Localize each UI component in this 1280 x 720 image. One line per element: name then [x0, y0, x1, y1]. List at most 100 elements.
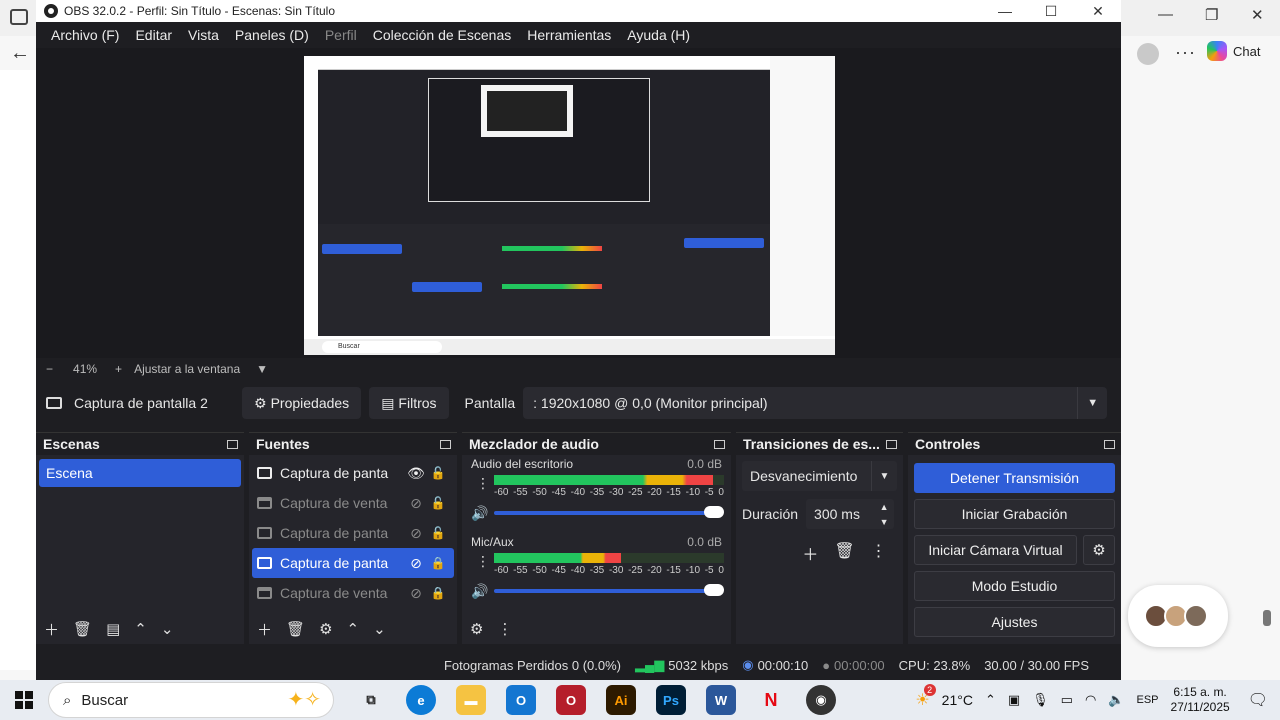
- undock-icon[interactable]: [227, 439, 238, 449]
- menu-perfil[interactable]: Perfil: [317, 27, 365, 43]
- browser-close-button[interactable]: ✕: [1251, 6, 1264, 24]
- slider-knob[interactable]: [704, 506, 724, 518]
- sidebar-toggle-icon[interactable]: [10, 9, 28, 25]
- undock-icon[interactable]: [714, 439, 725, 449]
- meet-icon[interactable]: ▣: [1008, 692, 1020, 708]
- move-down-icon[interactable]: ⌄: [373, 620, 386, 638]
- taskbar-search[interactable]: ⌕ Buscar ✦✧: [48, 682, 334, 718]
- virtual-camera-settings-gear-icon[interactable]: ⚙: [1083, 535, 1115, 565]
- wifi-icon[interactable]: ◠: [1085, 692, 1096, 708]
- people-avatars[interactable]: [1128, 585, 1228, 647]
- more-options-icon[interactable]: ···: [1175, 42, 1196, 63]
- language-indicator[interactable]: ESP: [1137, 694, 1159, 706]
- eye-hidden-icon[interactable]: ⊘: [405, 525, 427, 542]
- gear-icon[interactable]: ⚙: [319, 620, 332, 638]
- kebab-menu-icon[interactable]: ⋮: [476, 475, 490, 492]
- chevron-up-icon[interactable]: ⌃: [985, 692, 996, 708]
- slider-knob[interactable]: [704, 584, 724, 596]
- chevron-up-icon[interactable]: ▲: [880, 502, 889, 512]
- word-icon[interactable]: W: [706, 685, 736, 715]
- undock-icon[interactable]: [886, 439, 897, 449]
- kebab-menu-icon[interactable]: ⋮: [497, 620, 512, 638]
- fit-window-button[interactable]: Ajustar a la ventana: [134, 362, 240, 376]
- maximize-button[interactable]: ☐: [1028, 0, 1074, 22]
- back-arrow-icon[interactable]: ←: [10, 42, 30, 65]
- task-view-icon[interactable]: ⧉: [356, 685, 386, 715]
- undock-icon[interactable]: [440, 439, 451, 449]
- volume-slider[interactable]: [494, 584, 724, 596]
- move-up-icon[interactable]: ⌃: [134, 620, 147, 638]
- zoom-in-button[interactable]: +: [115, 362, 122, 376]
- minimize-button[interactable]: —: [982, 0, 1028, 22]
- eye-hidden-icon[interactable]: ⊘: [405, 495, 427, 512]
- start-record-button[interactable]: Iniciar Grabación: [914, 499, 1115, 529]
- notifications-icon[interactable]: 🗨: [1248, 690, 1268, 710]
- kebab-menu-icon[interactable]: ⋮: [871, 541, 887, 565]
- program-preview[interactable]: Buscar: [304, 56, 835, 355]
- properties-button[interactable]: ⚙ Propiedades: [242, 387, 362, 419]
- source-item[interactable]: Captura de panta ⊘ 🔓: [249, 518, 457, 548]
- move-down-icon[interactable]: ⌄: [161, 620, 174, 638]
- trash-icon[interactable]: 🗑: [834, 541, 854, 565]
- duration-field[interactable]: 300 ms ▲ ▼: [806, 499, 895, 529]
- microphone-icon[interactable]: 🎙: [1032, 692, 1049, 708]
- weather-temp[interactable]: 21°C: [942, 692, 973, 708]
- lock-icon[interactable]: 🔒: [427, 556, 449, 570]
- browser-minimize-button[interactable]: —: [1158, 6, 1173, 23]
- lock-icon[interactable]: 🔒: [427, 586, 449, 600]
- menu-coleccion-escenas[interactable]: Colección de Escenas: [365, 27, 520, 43]
- transition-select[interactable]: Desvanecimiento ▼: [742, 461, 897, 491]
- illustrator-icon[interactable]: Ai: [606, 685, 636, 715]
- zoom-out-button[interactable]: −: [46, 362, 53, 376]
- menu-herramientas[interactable]: Herramientas: [519, 27, 619, 43]
- source-item[interactable]: Captura de panta 👁 🔓: [249, 458, 457, 488]
- photoshop-icon[interactable]: Ps: [656, 685, 686, 715]
- trash-icon[interactable]: 🗑: [73, 620, 92, 638]
- source-item[interactable]: Captura de venta ⊘ 🔒: [249, 578, 457, 608]
- lock-icon[interactable]: 🔓: [427, 496, 449, 510]
- lock-icon[interactable]: 🔓: [427, 526, 449, 540]
- source-item-selected[interactable]: Captura de panta ⊘ 🔒: [252, 548, 454, 578]
- close-button[interactable]: ✕: [1075, 0, 1121, 22]
- trash-icon[interactable]: 🗑: [286, 620, 305, 638]
- add-icon[interactable]: ＋: [257, 619, 272, 640]
- virtual-camera-button[interactable]: Iniciar Cámara Virtual: [914, 535, 1077, 565]
- opera-icon[interactable]: O: [556, 685, 586, 715]
- eye-hidden-icon[interactable]: ⊘: [405, 585, 427, 602]
- profile-avatar[interactable]: [1137, 43, 1159, 65]
- outlook-icon[interactable]: O: [506, 685, 536, 715]
- preview-area[interactable]: Buscar: [36, 48, 1121, 358]
- speaker-icon[interactable]: 🔊: [471, 583, 488, 600]
- duration-spinner[interactable]: ▲ ▼: [874, 499, 894, 529]
- weather-icon[interactable]: ☀ 2: [915, 684, 936, 710]
- zoom-dropdown-caret[interactable]: ▼: [256, 362, 268, 376]
- edge-icon[interactable]: e: [406, 685, 436, 715]
- speaker-icon[interactable]: 🔊: [471, 505, 488, 522]
- speaker-icon[interactable]: 🔈: [1108, 692, 1124, 708]
- add-icon[interactable]: ＋: [802, 541, 818, 565]
- menu-paneles[interactable]: Paneles (D): [227, 27, 317, 43]
- studio-mode-button[interactable]: Modo Estudio: [914, 571, 1115, 601]
- obs-taskbar-icon[interactable]: ◉: [806, 685, 836, 715]
- menu-archivo[interactable]: Archivo (F): [43, 27, 127, 43]
- filters-button[interactable]: ▤ Filtros: [369, 387, 449, 419]
- eye-hidden-icon[interactable]: ⊘: [405, 555, 427, 572]
- menu-vista[interactable]: Vista: [180, 27, 227, 43]
- move-up-icon[interactable]: ⌃: [347, 620, 360, 638]
- copilot-chat-button[interactable]: Chat: [1207, 41, 1260, 61]
- file-explorer-icon[interactable]: ▬: [456, 685, 486, 715]
- filter-icon[interactable]: ▤: [106, 620, 120, 638]
- menu-editar[interactable]: Editar: [127, 27, 180, 43]
- battery-icon[interactable]: ▭: [1061, 692, 1073, 708]
- advanced-audio-icon[interactable]: ⚙: [470, 620, 483, 638]
- browser-scrollbar[interactable]: [1263, 610, 1271, 626]
- menu-ayuda[interactable]: Ayuda (H): [619, 27, 698, 43]
- windows-start-icon[interactable]: [15, 691, 33, 709]
- display-select[interactable]: : 1920x1080 @ 0,0 (Monitor principal) ▼: [523, 387, 1108, 419]
- source-item[interactable]: Captura de venta ⊘ 🔓: [249, 488, 457, 518]
- netflix-icon[interactable]: N: [756, 685, 786, 715]
- clock[interactable]: 6:15 a. m. 27/11/2025: [1171, 685, 1230, 715]
- browser-maximize-button[interactable]: ❐: [1205, 6, 1218, 24]
- volume-slider[interactable]: [494, 506, 724, 518]
- settings-button[interactable]: Ajustes: [914, 607, 1115, 637]
